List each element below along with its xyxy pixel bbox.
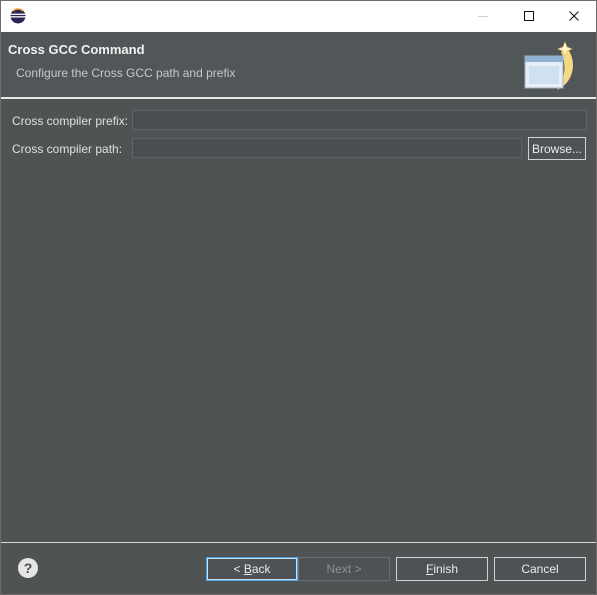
back-label-rest: ack: [251, 562, 271, 576]
close-icon: [569, 11, 579, 21]
help-button[interactable]: ?: [18, 558, 38, 578]
back-label-prefix: <: [233, 562, 244, 576]
finish-label-rest: inish: [433, 562, 459, 576]
finish-label-mnemonic: F: [425, 562, 434, 576]
page-description: Configure the Cross GCC path and prefix: [16, 66, 236, 80]
help-icon: ?: [23, 560, 33, 576]
close-button[interactable]: [551, 1, 597, 31]
eclipse-icon: [10, 8, 26, 24]
maximize-icon: [524, 11, 534, 21]
title-bar: [1, 1, 596, 32]
maximize-button[interactable]: [506, 1, 552, 31]
wizard-header: Cross GCC Command Configure the Cross GC…: [1, 32, 596, 97]
next-button[interactable]: Next >: [298, 557, 390, 581]
minimize-icon: [478, 16, 488, 17]
path-input[interactable]: [132, 138, 522, 158]
finish-button[interactable]: Finish: [396, 557, 488, 581]
browse-button[interactable]: Browse...: [528, 137, 586, 160]
cancel-button[interactable]: Cancel: [494, 557, 586, 581]
path-label: Cross compiler path:: [12, 142, 123, 156]
wizard-banner-icon: [521, 38, 579, 96]
back-label-mnemonic: B: [243, 562, 252, 576]
footer-divider: [1, 542, 596, 543]
header-divider: [1, 97, 596, 99]
dialog-window: Cross GCC Command Configure the Cross GC…: [0, 0, 597, 595]
page-title: Cross GCC Command: [8, 42, 145, 57]
minimize-button[interactable]: [460, 1, 506, 31]
prefix-input[interactable]: [132, 110, 587, 130]
back-button[interactable]: < Back: [206, 557, 298, 581]
prefix-label: Cross compiler prefix:: [12, 114, 129, 128]
